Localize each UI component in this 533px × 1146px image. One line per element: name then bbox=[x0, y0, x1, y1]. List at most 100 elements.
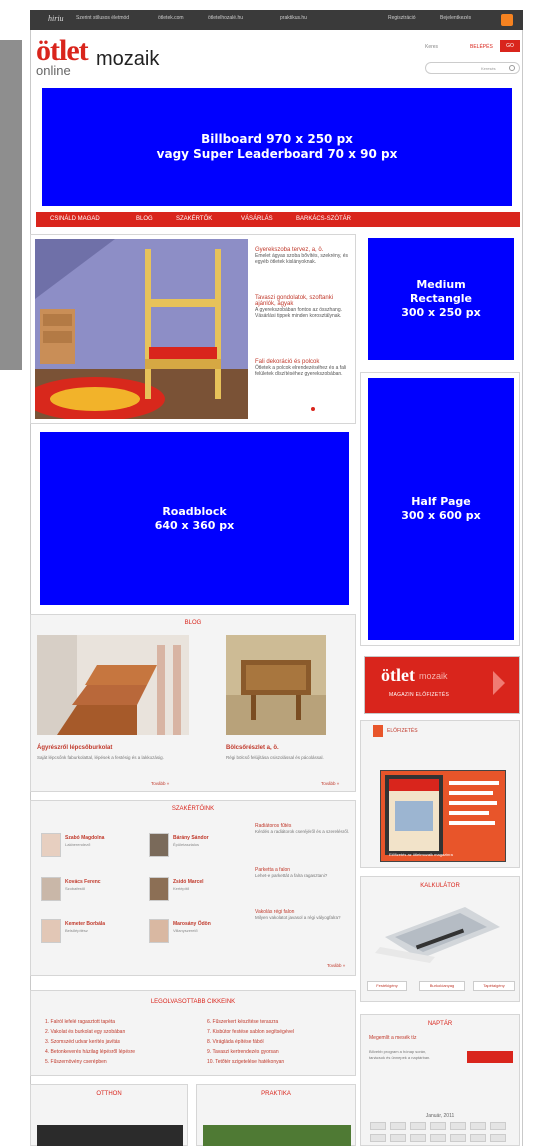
avatar bbox=[149, 877, 169, 901]
calc-button-tiles[interactable]: Burkolóanyag bbox=[419, 981, 465, 991]
calc-button-paint[interactable]: Festékigény bbox=[367, 981, 407, 991]
calendar-cell[interactable] bbox=[430, 1122, 446, 1130]
calendar-cell[interactable] bbox=[490, 1134, 506, 1142]
expert-card[interactable]: Kovács Ferenc Szobafestő bbox=[41, 877, 141, 903]
avatar bbox=[149, 919, 169, 943]
expert-role: Belsőépítész bbox=[65, 928, 88, 933]
blog-more-link-2[interactable]: Tovább » bbox=[321, 781, 339, 786]
popular-item[interactable]: 9. Tavaszi kertrendezés gyorsan bbox=[207, 1049, 279, 1055]
register-link[interactable]: Regisztráció bbox=[388, 15, 416, 21]
search-icon[interactable] bbox=[509, 65, 515, 71]
home-title[interactable]: OTTHON bbox=[31, 1091, 187, 1097]
nav-item-experts[interactable]: SZAKÉRTŐK bbox=[176, 216, 212, 222]
network-brand[interactable]: hiriu bbox=[48, 14, 64, 23]
popular-item[interactable]: 2. Vakolat és burkolat egy szobában bbox=[45, 1029, 125, 1035]
calc-button-wallpaper[interactable]: Tapétaigény bbox=[473, 981, 515, 991]
billboard-line-2: vagy Super Leaderboard 70 x 90 px bbox=[156, 147, 398, 161]
calendar-headline[interactable]: Megemlít a mesék tíz bbox=[369, 1035, 449, 1041]
calendar-ad-image[interactable] bbox=[467, 1051, 513, 1063]
magazine-cover[interactable]: Előfizetés az ötletmozaik magazinra bbox=[380, 770, 506, 862]
calendar-cell[interactable] bbox=[370, 1134, 386, 1142]
popular-item[interactable]: 10. Tetőtér szigetelése hatékonyan bbox=[207, 1059, 284, 1065]
calendar-cell[interactable] bbox=[410, 1134, 426, 1142]
expert-card[interactable]: Bárány Sándor Épületasztalos bbox=[149, 833, 249, 859]
login-button[interactable]: GO bbox=[500, 40, 520, 52]
calendar-cell[interactable] bbox=[470, 1122, 486, 1130]
medium-rectangle-ad[interactable]: Medium Rectangle 300 x 250 px bbox=[368, 238, 514, 360]
calendar-text: Bővebb program a hónap során, tanácsok é… bbox=[369, 1049, 431, 1060]
popular-item[interactable]: 4. Betonkeverés házilag lépésről lépésre bbox=[45, 1049, 135, 1055]
magazine-cta[interactable]: Előfizetés az ötletmozaik magazinra bbox=[389, 852, 453, 857]
nav-item-diy[interactable]: CSINÁLD MAGAD bbox=[50, 216, 100, 222]
expert-card[interactable]: Zsidó Marcel Kertépítő bbox=[149, 877, 249, 903]
hero-item-1[interactable]: Gyerekszoba tervez, a, ö. Emelet ágyas s… bbox=[255, 247, 351, 265]
login-link[interactable]: Bejelentkezés bbox=[440, 15, 471, 21]
avatar bbox=[41, 877, 61, 901]
expert-role: Villanyszerelő bbox=[173, 928, 198, 933]
half-page-ad[interactable]: Half Page 300 x 600 px bbox=[368, 378, 514, 640]
expert-question[interactable]: Vakolás régi falon Milyen vakolatot java… bbox=[255, 909, 351, 921]
topbar-link-4[interactable]: praktikus.hu bbox=[280, 15, 307, 21]
blog-post-2-title[interactable]: Bölcsőrészlet a, ö. bbox=[226, 745, 279, 751]
expert-card[interactable]: Marosány Ödön Villanyszerelő bbox=[149, 919, 249, 945]
roadblock-ad[interactable]: Roadblock 640 x 360 px bbox=[40, 432, 349, 605]
blog-more-link-1[interactable]: Tovább » bbox=[151, 781, 169, 786]
experts-more-link[interactable]: Tovább » bbox=[327, 963, 345, 968]
expert-card[interactable]: Kemeter Borbála Belsőépítész bbox=[41, 919, 141, 945]
search-input[interactable]: Keresés bbox=[425, 62, 520, 74]
header-link-search[interactable]: Keres bbox=[425, 44, 438, 50]
calendar-cell[interactable] bbox=[390, 1134, 406, 1142]
promo-subscribe: MAGAZIN ELŐFIZETÉS bbox=[389, 692, 450, 698]
hero-item-3[interactable]: Fali dekoráció és polcok Ötletek a polco… bbox=[255, 359, 351, 377]
nav-item-blog[interactable]: BLOG bbox=[136, 216, 153, 222]
popular-item[interactable]: 6. Fűszerkert készítése teraszra bbox=[207, 1019, 278, 1025]
magazine-subscribe-banner[interactable]: ötlet mozaik MAGAZIN ELŐFIZETÉS bbox=[364, 656, 520, 714]
slider-dot-active[interactable] bbox=[311, 407, 315, 411]
blog-post-1-title[interactable]: Ágyrészről lépcsőburkolat bbox=[37, 745, 112, 751]
blog-photo-1[interactable] bbox=[37, 635, 189, 735]
expert-role: Épületasztalos bbox=[173, 842, 200, 847]
calendar-cell[interactable] bbox=[470, 1134, 486, 1142]
hero-item-2[interactable]: Tavaszi gondolatok, szoftanki ajánlók, á… bbox=[255, 295, 351, 319]
main-nav: CSINÁLD MAGAD BLOG SZAKÉRTŐK VÁSÁRLÁS BA… bbox=[36, 212, 520, 227]
magazine-title: ELŐFIZETÉS bbox=[387, 728, 418, 734]
nav-item-dictionary[interactable]: BARKÁCS-SZÓTÁR bbox=[296, 216, 351, 222]
expert-name: Kemeter Borbála bbox=[65, 921, 106, 927]
calendar-cell[interactable] bbox=[450, 1134, 466, 1142]
search-placeholder: Keresés bbox=[481, 66, 496, 71]
promo-otlet: ötlet bbox=[381, 665, 415, 685]
popular-item[interactable]: 3. Szomszéd udvar kerítés javítás bbox=[45, 1039, 120, 1045]
billboard-ad[interactable]: Billboard 970 x 250 px vagy Super Leader… bbox=[42, 88, 512, 206]
expert-card[interactable]: Szabó Magdolna Lakberendező bbox=[41, 833, 141, 859]
billboard-line-1: Billboard 970 x 250 px bbox=[201, 132, 353, 146]
site-logo[interactable]: ötlet mozaik online bbox=[36, 34, 186, 82]
tips-title[interactable]: PRAKTIKA bbox=[197, 1091, 355, 1097]
home-photo[interactable] bbox=[37, 1125, 183, 1146]
topbar-link-3[interactable]: ötletelhozalé.hu bbox=[208, 15, 243, 21]
tips-photo[interactable] bbox=[203, 1125, 351, 1146]
calendar-cell[interactable] bbox=[370, 1122, 386, 1130]
blog-photo-2[interactable] bbox=[226, 635, 326, 735]
calendar-cell[interactable] bbox=[450, 1122, 466, 1130]
home-category-box: OTTHON bbox=[30, 1084, 188, 1146]
calendar-cell[interactable] bbox=[410, 1122, 426, 1130]
expert-question[interactable]: Parketta a falon Lehet-e parkettát a fal… bbox=[255, 867, 351, 879]
expert-name: Bárány Sándor bbox=[173, 835, 209, 841]
nav-item-shopping[interactable]: VÁSÁRLÁS bbox=[241, 216, 273, 222]
topbar-link-2[interactable]: ötletek.com bbox=[158, 15, 184, 21]
medium-line-3: 300 x 250 px bbox=[401, 306, 481, 319]
calendar-cell[interactable] bbox=[390, 1122, 406, 1130]
popular-item[interactable]: 7. Kisbútor festése sablon segítségével bbox=[207, 1029, 294, 1035]
popular-item[interactable]: 5. Fűszernövény cserépben bbox=[45, 1059, 107, 1065]
hero-photo[interactable] bbox=[35, 239, 248, 419]
calendar-cell[interactable] bbox=[430, 1134, 446, 1142]
expert-question[interactable]: Radiátoros fűtés Kérdés a radiátorok cse… bbox=[255, 823, 351, 835]
header-link-login[interactable]: BELÉPÉS bbox=[470, 44, 493, 50]
popular-item[interactable]: 1. Falról lefelé ragasztott tapéta bbox=[45, 1019, 115, 1025]
calendar-cell[interactable] bbox=[490, 1122, 506, 1130]
calendar-title: NAPTÁR bbox=[427, 1021, 453, 1027]
rss-icon[interactable] bbox=[501, 14, 513, 26]
popular-item[interactable]: 8. Virágláda építése fából bbox=[207, 1039, 264, 1045]
topbar-link-1[interactable]: Szerint stílusos életmód bbox=[76, 15, 129, 21]
medium-line-2: Rectangle bbox=[409, 292, 473, 305]
